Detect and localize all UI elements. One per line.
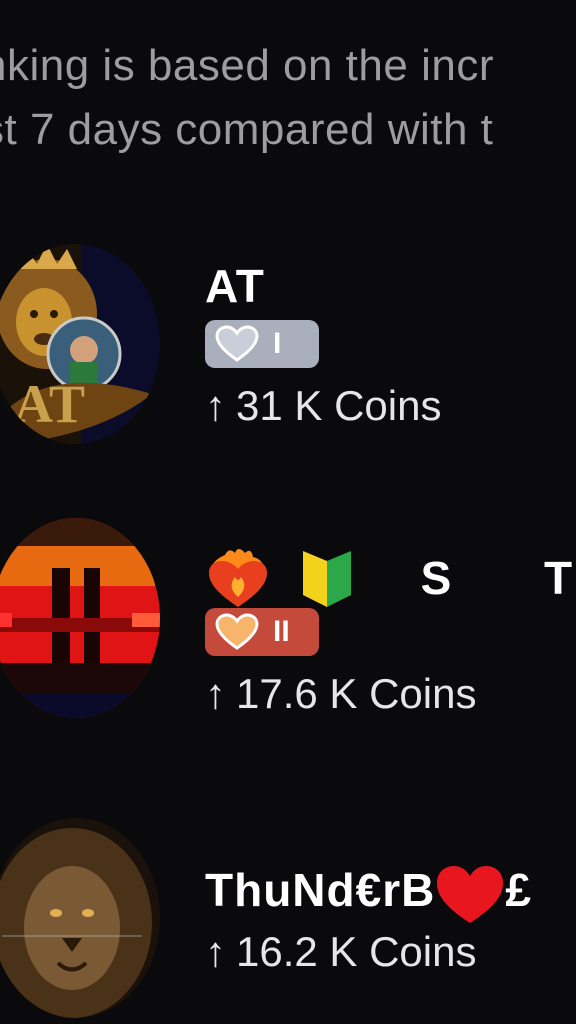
- coins-value: 17.6 K Coins: [236, 670, 477, 717]
- red-heart-icon: [437, 865, 504, 923]
- coins-value: 16.2 K Coins: [236, 928, 477, 975]
- user-name-suffix: £: [505, 864, 532, 916]
- avatar[interactable]: [0, 518, 160, 718]
- red-car-avatar-image: [0, 518, 160, 718]
- fan-level-badge: I: [205, 320, 319, 368]
- badge-level-label: II: [273, 615, 290, 648]
- user-name[interactable]: ThuNd€rB £: [205, 862, 576, 923]
- user-info: S T H II ↑17.6 K Coins: [205, 526, 576, 720]
- arrow-up-icon: ↑: [205, 928, 226, 975]
- user-name[interactable]: AT: [205, 258, 576, 314]
- lion-avatar-image: [0, 818, 160, 1018]
- heart-outline-icon: [215, 325, 259, 362]
- ranking-row[interactable]: ThuNd€rB £ ↑ 16.2 K Coins: [0, 812, 576, 1024]
- svg-text:AT: AT: [14, 374, 85, 434]
- arrow-up-icon: ↑: [205, 382, 226, 429]
- user-name-text: ThuNd€rB: [205, 864, 436, 916]
- user-info: AT I ↑ 31 K Coins: [205, 240, 576, 432]
- ranking-description-line-1: nking is based on the incr: [0, 41, 494, 90]
- ranking-description-line-2: st 7 days compared with t: [0, 105, 494, 154]
- ranking-row[interactable]: S T H II ↑17.6 K Coins: [0, 518, 576, 746]
- coins-increase: ↑ 16.2 K Coins: [205, 926, 576, 978]
- ranking-row[interactable]: AT AT I ↑ 31 K Coins: [0, 240, 576, 460]
- coins-increase: ↑ 17.6 K Coins: [205, 668, 576, 720]
- heart-icon: [215, 613, 259, 650]
- badge-level-label: I: [273, 327, 282, 360]
- user-name-text: S T H: [420, 551, 576, 604]
- arrow-up-icon: ↑: [205, 670, 226, 717]
- user-name[interactable]: S T H: [205, 546, 576, 607]
- avatar[interactable]: AT: [0, 244, 160, 444]
- beginner-symbol-icon: [302, 550, 351, 607]
- user-info: ThuNd€rB £ ↑ 16.2 K Coins: [205, 812, 576, 978]
- coins-increase: ↑ 31 K Coins: [205, 380, 576, 432]
- coins-value: 31 K Coins: [236, 382, 442, 429]
- avatar[interactable]: [0, 818, 160, 1018]
- ranking-screen: nking is based on the incr st 7 days com…: [0, 0, 576, 1024]
- fan-level-badge: II: [205, 608, 319, 656]
- ranking-description: nking is based on the incr st 7 days com…: [0, 34, 576, 162]
- heart-on-fire-icon: [209, 548, 267, 607]
- lion-crest-avatar-image: AT: [0, 244, 160, 444]
